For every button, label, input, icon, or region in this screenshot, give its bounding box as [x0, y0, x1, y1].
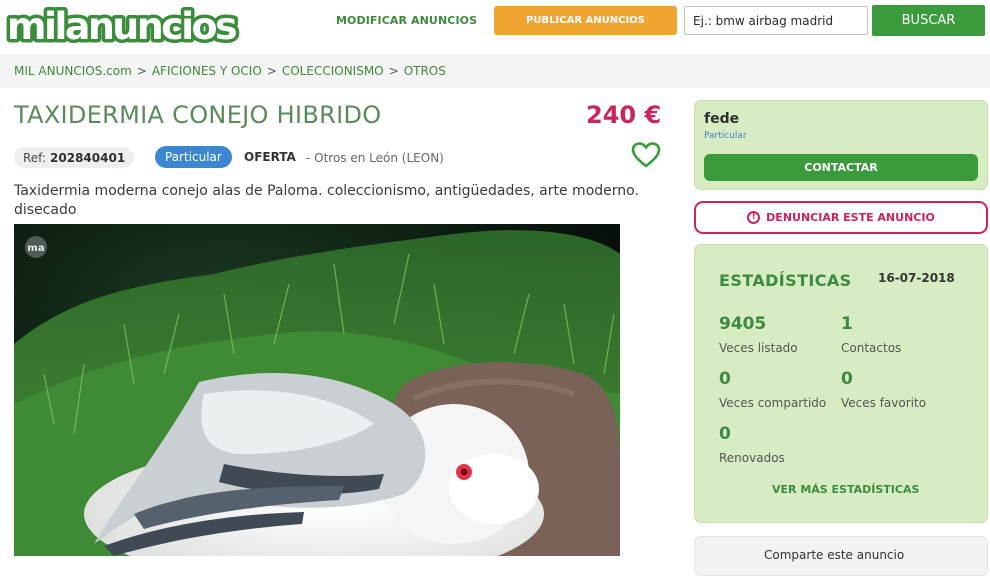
heart-icon[interactable]	[631, 141, 661, 169]
report-ad-button[interactable]: ! DENUNCIAR ESTE ANUNCIO	[694, 201, 988, 234]
stat-contacts-label: Contactos	[841, 341, 902, 355]
stat-contacts-value: 1	[841, 314, 853, 334]
breadcrumb-separator: >	[136, 64, 147, 78]
milanuncios-logo[interactable]: milanuncios milanuncios	[4, 3, 240, 47]
listing-photo[interactable]: ma	[14, 224, 620, 556]
stat-renewed-value: 0	[719, 424, 731, 444]
svg-text:ma: ma	[27, 243, 44, 254]
stat-favorite-value: 0	[841, 369, 853, 389]
seller-type: Particular	[704, 131, 747, 141]
warning-icon: !	[747, 211, 761, 224]
seller-name: fede	[704, 111, 740, 127]
logo-graphic: milanuncios milanuncios	[4, 3, 240, 47]
publish-ad-button[interactable]: PUBLICAR ANUNCIOS	[494, 6, 677, 35]
share-label: Comparte este anuncio	[764, 548, 905, 562]
report-label: DENUNCIAR ESTE ANUNCIO	[766, 211, 935, 224]
statistics-title: ESTADÍSTICAS	[719, 271, 852, 290]
stat-listed-value: 9405	[719, 314, 767, 334]
breadcrumb-otros[interactable]: OTROS	[404, 64, 446, 78]
heart-shape	[631, 142, 661, 168]
stat-listed-label: Veces listado	[719, 341, 798, 355]
listing-description: Taxidermia moderna conejo alas de Paloma…	[14, 183, 639, 218]
stat-shared-label: Veces compartido	[719, 396, 827, 410]
statistics-date: 16-07-2018	[878, 271, 955, 285]
breadcrumb-home[interactable]: MIL ANUNCIOS.com	[14, 64, 132, 78]
ref-label: Ref:	[23, 150, 47, 165]
stat-shared-value: 0	[719, 369, 731, 389]
modify-ads-link[interactable]: MODIFICAR ANUNCIOS	[336, 14, 477, 27]
stat-favorite-label: Veces favorito	[841, 396, 927, 410]
search-input[interactable]	[684, 6, 868, 35]
listing-title: TAXIDERMIA CONEJO HIBRIDO	[14, 101, 382, 129]
breadcrumb-coleccionismo[interactable]: COLECCIONISMO	[282, 64, 384, 78]
listing-location: - Otros en León (LEON)	[306, 151, 444, 165]
reference-badge: Ref: 202840401	[14, 147, 135, 168]
listing-price: 240 €	[586, 101, 662, 129]
search-button[interactable]: BUSCAR	[872, 5, 985, 36]
photo-scene: ma	[14, 224, 620, 556]
breadcrumb-separator: >	[266, 64, 277, 78]
seller-type-badge: Particular	[155, 146, 232, 168]
ref-number: 202840401	[50, 150, 126, 165]
more-statistics-link[interactable]: VER MÁS ESTADÍSTICAS	[772, 483, 919, 496]
stat-renewed-label: Renovados	[719, 451, 785, 465]
breadcrumb-separator: >	[388, 64, 399, 78]
breadcrumb: MIL ANUNCIOS.com > AFICIONES Y OCIO > COLECC…	[14, 64, 446, 78]
contact-button[interactable]: CONTACTAR	[704, 154, 978, 181]
breadcrumb-aficiones[interactable]: AFICIONES Y OCIO	[152, 64, 262, 78]
svg-text:milanuncios: milanuncios	[7, 5, 237, 47]
offer-type: OFERTA	[244, 150, 296, 164]
